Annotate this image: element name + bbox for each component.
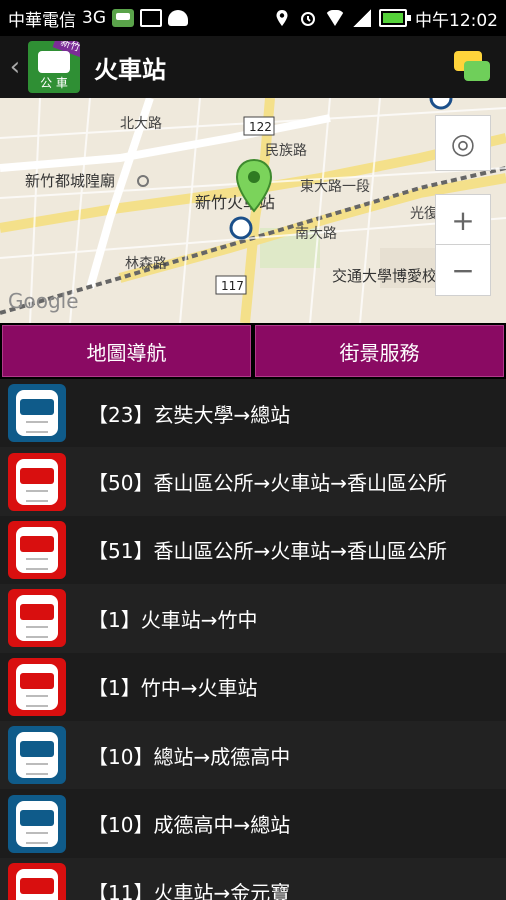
- bus-icon: [8, 862, 66, 900]
- page-title: 火車站: [94, 55, 166, 84]
- battery-icon: [379, 9, 411, 27]
- zoom-out-icon[interactable]: −: [435, 244, 491, 296]
- back-chevron-icon[interactable]: ‹: [4, 52, 26, 82]
- map-label-dongda-rd: 東大路一段: [300, 179, 370, 195]
- svg-text:122: 122: [249, 120, 272, 134]
- map-actions: 地圖導航 街景服務: [0, 323, 506, 379]
- street-view-button[interactable]: 街景服務: [255, 325, 504, 377]
- route-item[interactable]: 【10】成德高中→總站: [0, 789, 506, 858]
- map-google-watermark: Google: [8, 289, 79, 313]
- route-item[interactable]: 【23】玄奘大學→總站: [0, 379, 506, 448]
- route-label: 【11】火車站→金元寶: [88, 881, 291, 900]
- logo-text: 公 車: [40, 76, 68, 90]
- train-station-marker-icon: [429, 98, 453, 110]
- route-item[interactable]: 【1】竹中→火車站: [0, 652, 506, 721]
- map-label-minzu-rd: 民族路: [265, 143, 307, 159]
- message-icon[interactable]: [454, 49, 490, 85]
- alarm-icon: [299, 9, 317, 27]
- clock-text: 中午12:02: [415, 10, 498, 31]
- wifi-icon: [325, 10, 345, 26]
- map-label-beida-rd: 北大路: [120, 116, 162, 132]
- signal-icon: [353, 9, 371, 27]
- train-station-marker-icon: [229, 216, 253, 240]
- route-label: 【51】香山區公所→火車站→香山區公所: [88, 539, 447, 564]
- network-text: 3G: [82, 8, 106, 28]
- route-label: 【1】火車站→竹中: [88, 607, 258, 632]
- map-place-university: 交通大學博愛校區: [332, 267, 452, 285]
- image-icon: [140, 9, 162, 27]
- map-label-nanda-rd: 南大路: [295, 226, 337, 242]
- bus-icon: [8, 384, 66, 443]
- bus-icon: [8, 726, 66, 785]
- route-label: 【50】香山區公所→火車站→香山區公所: [88, 471, 447, 496]
- route-item[interactable]: 【11】火車站→金元寶: [0, 857, 506, 900]
- app-logo[interactable]: 新竹 公 車: [28, 41, 80, 93]
- status-bar: 中華電信 3G 中午12:02: [0, 0, 506, 36]
- route-item[interactable]: 【51】香山區公所→火車站→香山區公所: [0, 515, 506, 585]
- map-place-temple: 新竹都城隍廟: [25, 172, 115, 190]
- app-header: ‹ 新竹 公 車 火車站: [0, 36, 506, 98]
- bus-icon: [8, 657, 66, 716]
- route-item[interactable]: 【1】火車站→竹中: [0, 584, 506, 653]
- android-icon: [168, 10, 188, 26]
- bus-app-icon: [112, 9, 134, 27]
- bus-icon: [8, 589, 66, 648]
- route-list: 【23】玄奘大學→總站 【50】香山區公所→火車站→香山區公所 【51】香山區公…: [0, 379, 506, 900]
- carrier-text: 中華電信: [8, 10, 76, 31]
- bus-icon: [8, 520, 66, 579]
- map-label-linsen-rd: 林森路: [125, 256, 167, 272]
- route-label: 【10】總站→成德高中: [88, 744, 291, 769]
- bus-icon: [8, 452, 66, 511]
- route-label: 【23】玄奘大學→總站: [88, 402, 291, 427]
- bus-icon: [8, 794, 66, 853]
- svg-text:117: 117: [221, 279, 244, 293]
- map-navigation-button[interactable]: 地圖導航: [2, 325, 251, 377]
- route-item[interactable]: 【50】香山區公所→火車站→香山區公所: [0, 447, 506, 516]
- map-view[interactable]: 北大路 民族路 東大路一段 光復路 南大路 林森路 新竹都城隍廟 新竹火車站 交…: [0, 98, 506, 323]
- route-label: 【1】竹中→火車站: [88, 676, 258, 701]
- locate-me-icon[interactable]: ◎: [435, 115, 491, 171]
- location-icon: [273, 9, 291, 27]
- route-label: 【10】成德高中→總站: [88, 813, 291, 838]
- logo-bus-icon: [38, 51, 70, 73]
- route-item[interactable]: 【10】總站→成德高中: [0, 720, 506, 790]
- zoom-in-icon[interactable]: +: [435, 194, 491, 246]
